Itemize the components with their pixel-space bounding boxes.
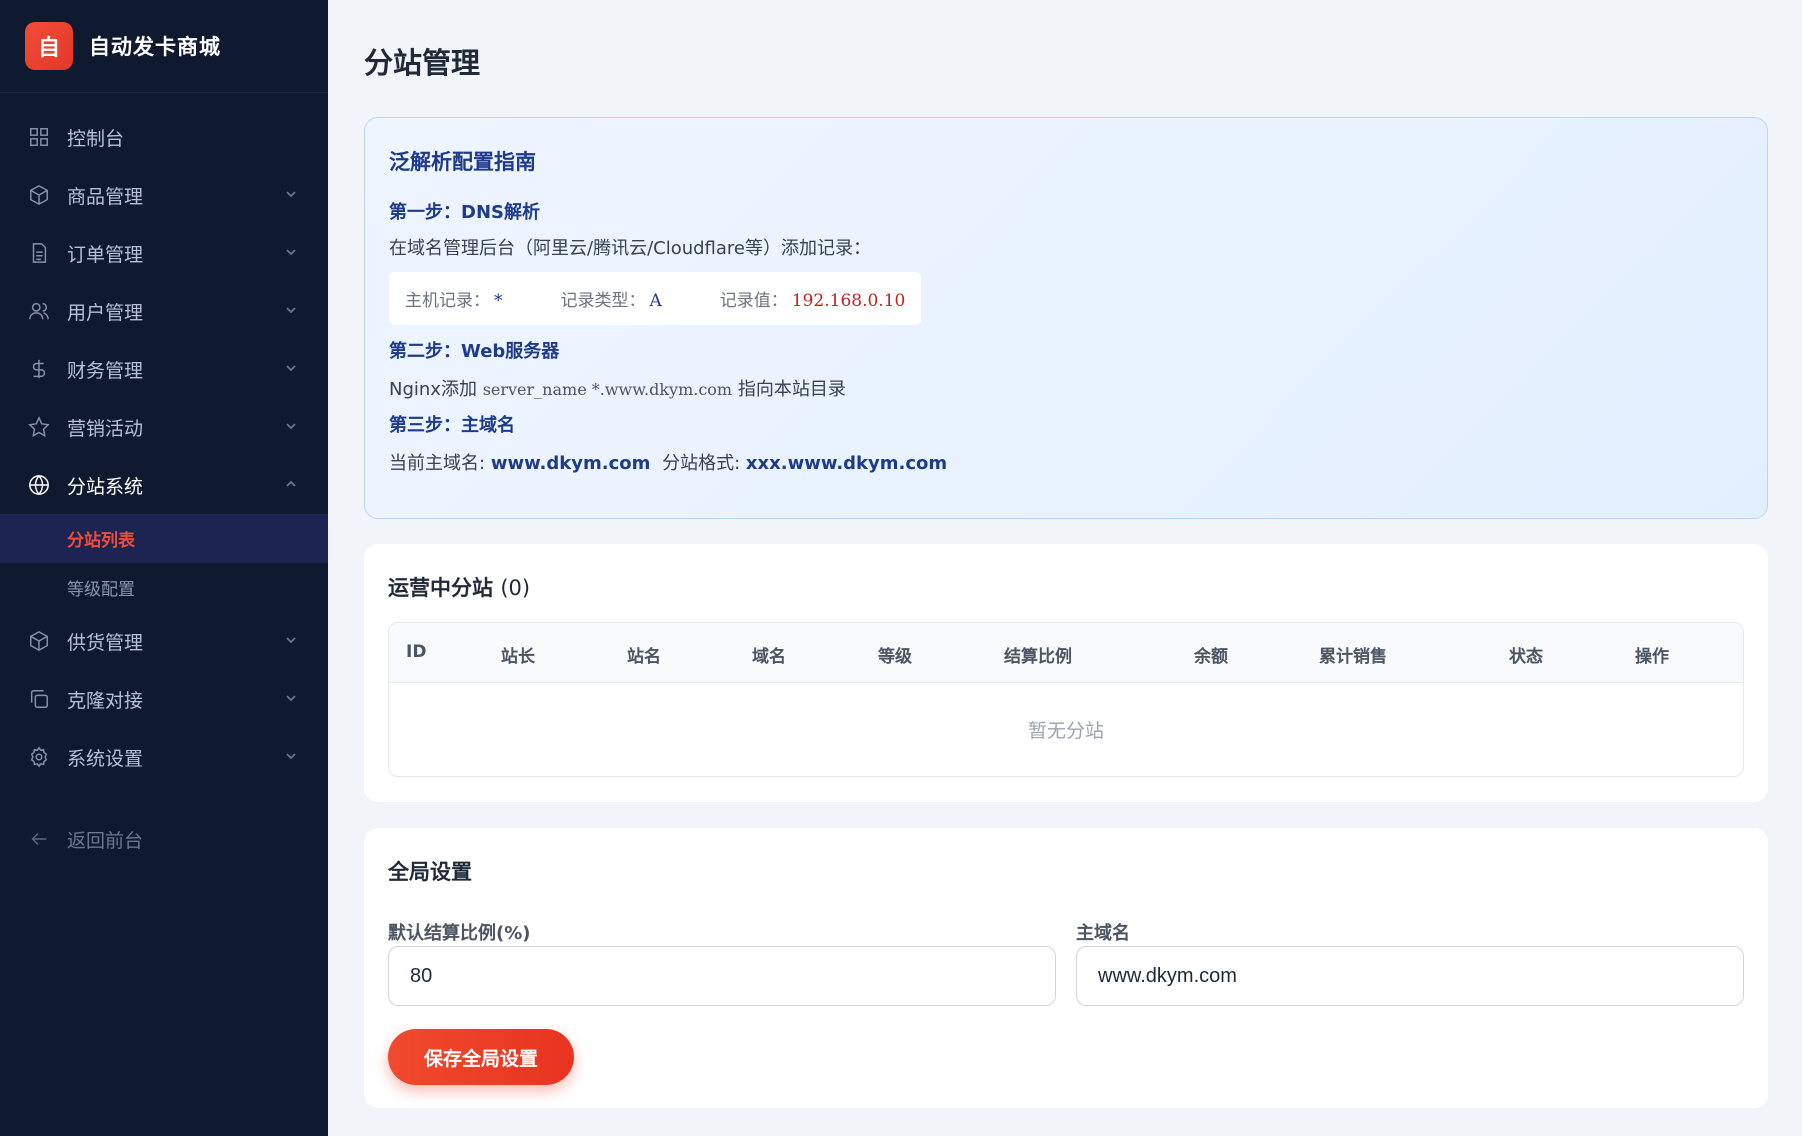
step1-desc: 在域名管理后台（阿里云/腾讯云/Cloudflare等）添加记录： xyxy=(389,238,871,259)
step3-desc: 当前主域名: www.dkym.com 分站格式: xxx.www.dkym.c… xyxy=(389,449,1743,475)
step2-code: server_name *.www.dkym.com xyxy=(482,380,733,399)
sidebar-item-label: 控制台 xyxy=(67,127,125,150)
page-title: 分站管理 xyxy=(364,46,481,80)
back-to-frontend-label: 返回前台 xyxy=(67,829,144,852)
column-header: 累计销售 xyxy=(1319,647,1387,667)
step2-desc: Nginx添加 server_name *.www.dkym.com 指向本站目… xyxy=(389,375,1743,401)
column-header: 站长 xyxy=(501,647,535,667)
column-header: 结算比例 xyxy=(1004,647,1072,667)
table-header: ID 站长 站名 域名 等级 结算比例 余额 累计销售 状态 操作 xyxy=(389,623,1743,683)
main-domain-field-label: 主域名 xyxy=(1076,923,1130,944)
table-empty-state: 暂无分站 xyxy=(1027,720,1104,742)
active-substations-card: 运营中分站 (0) ID 站长 站名 域名 等级 结算比例 余额 累计销售 状态… xyxy=(364,544,1768,802)
chevron-down-icon xyxy=(284,242,298,264)
box-icon xyxy=(27,629,51,653)
sidebar-item-finance[interactable]: 财务管理 xyxy=(0,340,328,398)
main-domain-label: 当前主域名: xyxy=(389,453,486,474)
sidebar-item-dashboard[interactable]: 控制台 xyxy=(0,108,328,166)
gear-icon xyxy=(27,745,51,769)
globe-icon xyxy=(27,473,51,497)
chevron-down-icon xyxy=(284,746,298,768)
star-icon xyxy=(27,415,51,439)
guide-title: 泛解析配置指南 xyxy=(389,150,536,174)
sidebar: 自 自动发卡商城 控制台 商品管理 订单管理 用户管理 财务管理 营销活动 分站… xyxy=(0,0,328,1136)
sidebar-item-label: 系统设置 xyxy=(67,747,144,770)
copy-icon xyxy=(27,687,51,711)
step3-title: 第三步：主域名 xyxy=(389,415,515,436)
column-header: 操作 xyxy=(1635,647,1669,667)
document-icon xyxy=(27,241,51,265)
column-header: ID xyxy=(406,642,427,662)
record-type: 记录类型： A xyxy=(560,291,662,311)
chevron-down-icon xyxy=(284,184,298,206)
substation-format-label: 分站格式: xyxy=(662,453,741,474)
column-header: 状态 xyxy=(1509,647,1543,667)
substation-count: (0) xyxy=(500,576,531,600)
sidebar-item-settings[interactable]: 系统设置 xyxy=(0,728,328,786)
dns-record-box: 主机记录： * 记录类型： A 记录值： 192.168.0.10 xyxy=(389,272,922,325)
column-header: 域名 xyxy=(752,647,786,667)
sidebar-item-label: 分站系统 xyxy=(67,475,144,498)
chevron-down-icon xyxy=(284,300,298,322)
sidebar-nav: 控制台 商品管理 订单管理 用户管理 财务管理 营销活动 分站系统 分站列表 等… xyxy=(0,93,328,868)
sidebar-item-label: 供货管理 xyxy=(67,631,144,654)
main-domain-value: www.dkym.com xyxy=(490,453,651,474)
step2-prefix: Nginx添加 xyxy=(389,379,477,400)
brand-logo: 自 xyxy=(25,22,73,70)
chevron-down-icon xyxy=(284,358,298,380)
sidebar-item-label: 订单管理 xyxy=(67,243,144,266)
sidebar-subitem-level-config[interactable]: 等级配置 xyxy=(0,563,328,612)
sidebar-item-label: 用户管理 xyxy=(67,301,144,324)
save-global-settings-button[interactable]: 保存全局设置 xyxy=(388,1029,574,1085)
record-host: 主机记录： * xyxy=(405,291,503,311)
box-icon xyxy=(27,183,51,207)
substations-table: ID 站长 站名 域名 等级 结算比例 余额 累计销售 状态 操作 暂无分站 xyxy=(388,622,1744,777)
record-value: 记录值： 192.168.0.10 xyxy=(719,291,906,311)
step2-title: 第二步：Web服务器 xyxy=(389,341,560,362)
column-header: 余额 xyxy=(1194,647,1228,667)
wildcard-dns-guide: 泛解析配置指南 第一步：DNS解析 在域名管理后台（阿里云/腾讯云/Cloudf… xyxy=(364,117,1768,519)
active-substations-title: 运营中分站 (0) xyxy=(388,576,531,600)
dashboard-icon xyxy=(27,125,51,149)
global-settings-card: 全局设置 默认结算比例(%) 主域名 保存全局设置 xyxy=(364,828,1768,1108)
brand: 自 自动发卡商城 xyxy=(0,0,328,93)
sidebar-item-substation[interactable]: 分站系统 xyxy=(0,456,328,514)
global-settings-title: 全局设置 xyxy=(388,860,472,884)
arrow-left-icon xyxy=(27,827,51,851)
column-header: 站名 xyxy=(627,647,661,667)
settlement-ratio-input[interactable] xyxy=(388,946,1056,1006)
substation-format-value: xxx.www.dkym.com xyxy=(745,453,948,474)
sidebar-item-label: 克隆对接 xyxy=(67,689,144,712)
dollar-icon xyxy=(27,357,51,381)
chevron-down-icon xyxy=(284,688,298,710)
sidebar-item-products[interactable]: 商品管理 xyxy=(0,166,328,224)
sidebar-item-users[interactable]: 用户管理 xyxy=(0,282,328,340)
users-icon xyxy=(27,299,51,323)
step1-title: 第一步：DNS解析 xyxy=(389,202,540,223)
sidebar-item-orders[interactable]: 订单管理 xyxy=(0,224,328,282)
brand-name: 自动发卡商城 xyxy=(89,35,221,59)
chevron-down-icon xyxy=(284,630,298,652)
chevron-down-icon xyxy=(284,416,298,438)
main-domain-input[interactable] xyxy=(1076,946,1744,1006)
sidebar-item-clone[interactable]: 克隆对接 xyxy=(0,670,328,728)
column-header: 等级 xyxy=(878,647,912,667)
sidebar-item-supply[interactable]: 供货管理 xyxy=(0,612,328,670)
sidebar-item-label: 商品管理 xyxy=(67,185,144,208)
sidebar-subitem-substation-list[interactable]: 分站列表 xyxy=(0,514,328,563)
sidebar-item-label: 营销活动 xyxy=(67,417,144,440)
back-to-frontend-link[interactable]: 返回前台 xyxy=(0,810,328,868)
sidebar-item-marketing[interactable]: 营销活动 xyxy=(0,398,328,456)
step2-suffix: 指向本站目录 xyxy=(737,379,846,400)
ratio-field-label: 默认结算比例(%) xyxy=(388,923,531,944)
chevron-up-icon xyxy=(284,474,298,496)
sidebar-item-label: 财务管理 xyxy=(67,359,144,382)
